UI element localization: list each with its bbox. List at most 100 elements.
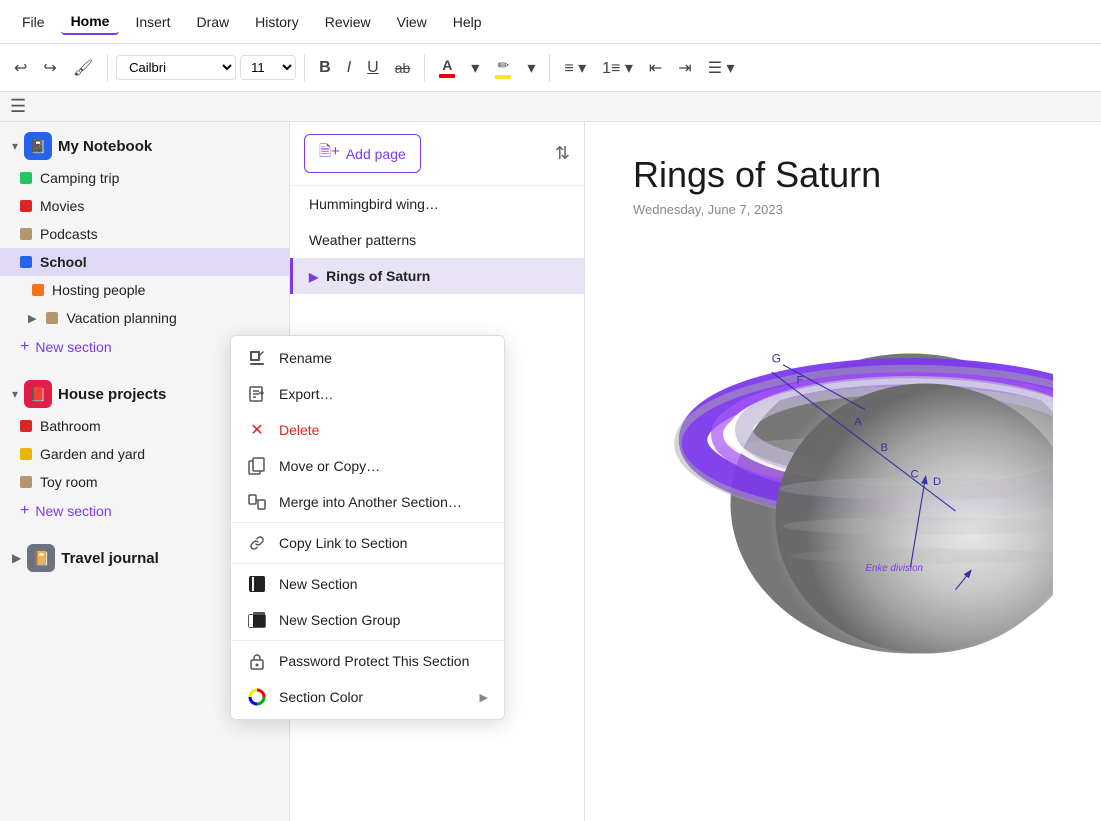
separator-2 [304, 54, 305, 82]
bold-button[interactable]: B [313, 55, 337, 81]
svg-text:G: G [772, 352, 781, 366]
highlight-dropdown[interactable]: ▾ [521, 54, 541, 82]
move-copy-label: Move or Copy… [279, 458, 380, 474]
main-content: Rings of Saturn Wednesday, June 7, 2023 [585, 122, 1101, 821]
plus-icon-1: + [20, 338, 29, 356]
svg-text:D: D [933, 476, 941, 488]
merge-label: Merge into Another Section… [279, 494, 462, 510]
sidebar-label-toyroom: Toy room [40, 474, 98, 490]
undo-button[interactable]: ↩ [8, 54, 33, 82]
svg-text:F: F [797, 375, 804, 387]
menu-bar: File Home Insert Draw History Review Vie… [0, 0, 1101, 44]
font-color-icon: A [439, 57, 455, 78]
sidebar-label-vacation: Vacation planning [66, 310, 176, 326]
italic-button[interactable]: I [341, 55, 357, 81]
menu-review[interactable]: Review [315, 10, 381, 34]
expand-arrow-vacation: ▶ [28, 312, 36, 325]
export-label: Export… [279, 386, 333, 402]
sidebar-item-podcasts[interactable]: Podcasts [0, 220, 289, 248]
separator-3 [424, 54, 425, 82]
section-dot-camping [20, 172, 32, 184]
plus-icon-2: + [20, 502, 29, 520]
notebook-icon-travel: 📔 [27, 544, 55, 572]
sidebar-item-vacation[interactable]: ▶ Vacation planning [0, 304, 289, 332]
section-dot-podcasts [20, 228, 32, 240]
menu-history[interactable]: History [245, 10, 309, 34]
copy-link-icon [247, 533, 267, 553]
menu-help[interactable]: Help [443, 10, 492, 34]
delete-label: Delete [279, 422, 319, 438]
sidebar-label-hosting: Hosting people [52, 282, 145, 298]
section-dot-toyroom [20, 476, 32, 488]
separator-ctx-1 [231, 522, 504, 523]
highlight-icon: ✏ [495, 57, 511, 79]
font-size-select[interactable]: 11 [240, 55, 296, 80]
context-menu-new-group[interactable]: New Section Group [231, 602, 504, 638]
context-menu-new-section[interactable]: New Section [231, 566, 504, 602]
font-family-select[interactable]: Cailbri [116, 55, 236, 80]
separator-ctx-2 [231, 563, 504, 564]
section-dot-movies [20, 200, 32, 212]
menu-draw[interactable]: Draw [186, 10, 239, 34]
numbered-list-button[interactable]: 1≡ ▾ [596, 54, 639, 82]
strikethrough-button[interactable]: ab [389, 56, 417, 80]
context-menu-password[interactable]: Password Protect This Section [231, 643, 504, 679]
underline-button[interactable]: U [361, 55, 385, 81]
font-color-dropdown[interactable]: ▾ [465, 54, 485, 82]
context-menu-move-copy[interactable]: Move or Copy… [231, 448, 504, 484]
page-date: Wednesday, June 7, 2023 [633, 202, 1053, 217]
separator-1 [107, 54, 108, 82]
sidebar-label-camping: Camping trip [40, 170, 119, 186]
main-layout: ▾ 📓 My Notebook Camping trip Movies Podc… [0, 122, 1101, 821]
new-group-icon [247, 610, 267, 630]
saturn-svg: G F A B C D Enke division [633, 241, 1053, 661]
svg-text:B: B [881, 442, 889, 454]
add-page-button[interactable]: 🗎+ Add page [304, 134, 421, 173]
sidebar-item-camping[interactable]: Camping trip [0, 164, 289, 192]
hamburger-icon[interactable]: ☰ [10, 96, 26, 117]
context-menu-export[interactable]: Export… [231, 376, 504, 412]
align-button[interactable]: ☰ ▾ [702, 54, 741, 82]
new-group-label: New Section Group [279, 612, 400, 628]
format-painter-button[interactable]: 🖌 [67, 54, 99, 82]
menu-file[interactable]: File [12, 10, 55, 34]
add-page-label: Add page [346, 146, 406, 162]
sidebar-item-movies[interactable]: Movies [0, 192, 289, 220]
highlight-button[interactable]: ✏ [489, 53, 517, 83]
section-dot-school [20, 256, 32, 268]
section-dot-garden [20, 448, 32, 460]
menu-view[interactable]: View [387, 10, 437, 34]
context-menu-rename[interactable]: Rename [231, 340, 504, 376]
notebook-title-my-notebook: My Notebook [58, 138, 152, 155]
context-menu-delete[interactable]: ✕ Delete [231, 412, 504, 448]
notebook-chevron-house: ▾ [12, 387, 18, 401]
increase-indent-button[interactable]: ⇥ [672, 54, 697, 82]
delete-icon: ✕ [247, 420, 267, 440]
rename-label: Rename [279, 350, 332, 366]
section-dot-vacation [46, 312, 58, 324]
sort-button[interactable]: ⇅ [555, 143, 570, 164]
merge-icon [247, 492, 267, 512]
sidebar-label-podcasts: Podcasts [40, 226, 98, 242]
menu-insert[interactable]: Insert [125, 10, 180, 34]
font-color-button[interactable]: A [433, 53, 461, 82]
notebook-my-notebook[interactable]: ▾ 📓 My Notebook [0, 122, 289, 164]
context-menu-copy-link[interactable]: Copy Link to Section [231, 525, 504, 561]
new-section-ctx-label: New Section [279, 576, 358, 592]
separator-4 [549, 54, 550, 82]
redo-button[interactable]: ↪ [37, 54, 62, 82]
notebook-chevron-travel: ▶ [12, 551, 21, 565]
svg-text:Enke division: Enke division [866, 563, 923, 574]
sidebar-item-hosting[interactable]: Hosting people [0, 276, 289, 304]
notebook-icon-my-notebook: 📓 [24, 132, 52, 160]
page-weather[interactable]: Weather patterns [290, 222, 584, 258]
context-menu-merge[interactable]: Merge into Another Section… [231, 484, 504, 520]
bullet-list-button[interactable]: ≡ ▾ [558, 54, 592, 82]
context-menu-color[interactable]: Section Color ▶ [231, 679, 504, 715]
color-label: Section Color [279, 689, 363, 705]
page-hummingbird[interactable]: Hummingbird wing… [290, 186, 584, 222]
decrease-indent-button[interactable]: ⇤ [643, 54, 668, 82]
sidebar-item-school[interactable]: School [0, 248, 289, 276]
page-saturn[interactable]: ▶ Rings of Saturn [290, 258, 584, 294]
menu-home[interactable]: Home [61, 9, 120, 35]
